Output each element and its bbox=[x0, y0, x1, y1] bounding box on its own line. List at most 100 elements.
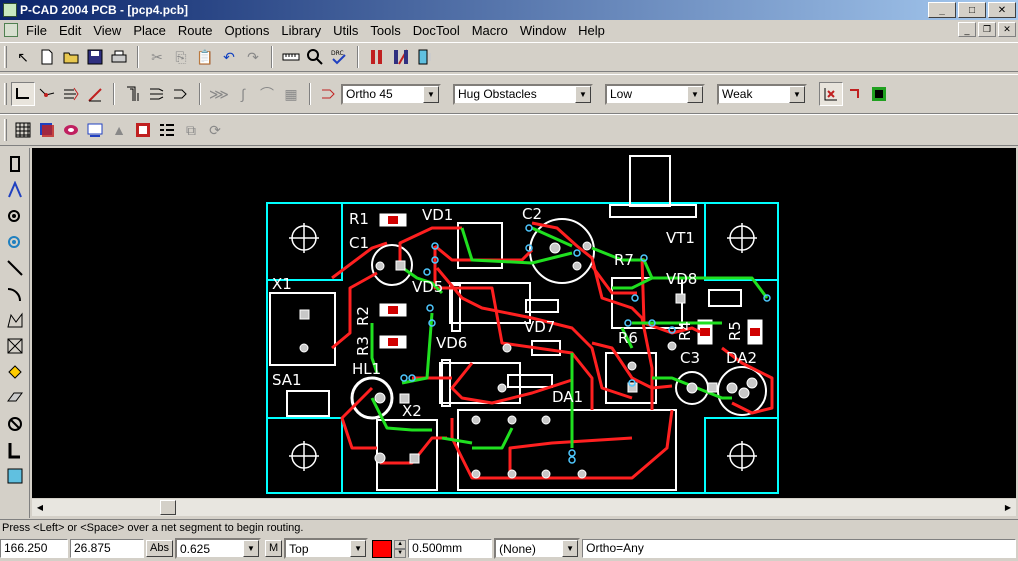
keepout-icon[interactable] bbox=[155, 118, 179, 142]
undo-icon[interactable]: ↶ bbox=[217, 45, 241, 69]
select-arrow-icon[interactable]: ↖ bbox=[11, 45, 35, 69]
drc-icon[interactable]: DRC bbox=[327, 45, 351, 69]
route-manual-icon[interactable] bbox=[11, 82, 35, 106]
place-arc-icon[interactable] bbox=[2, 282, 28, 306]
document-icon[interactable] bbox=[4, 23, 18, 37]
grid-icon[interactable] bbox=[11, 118, 35, 142]
new-file-icon[interactable] bbox=[35, 45, 59, 69]
place-line-icon[interactable] bbox=[2, 256, 28, 280]
measure-icon[interactable] bbox=[279, 45, 303, 69]
gloss-icon[interactable]: ∫ bbox=[231, 82, 255, 106]
place-component-icon[interactable] bbox=[2, 152, 28, 176]
menu-window[interactable]: Window bbox=[514, 23, 572, 38]
menu-options[interactable]: Options bbox=[219, 23, 276, 38]
place-cutout-icon[interactable] bbox=[2, 334, 28, 358]
strength-select[interactable]: Weak ▼ bbox=[717, 83, 807, 105]
place-via-icon[interactable] bbox=[2, 230, 28, 254]
menu-route[interactable]: Route bbox=[172, 23, 219, 38]
doc-minimize-button[interactable]: _ bbox=[958, 22, 976, 37]
route-highlight-icon[interactable] bbox=[819, 82, 843, 106]
route-interactive-icon[interactable] bbox=[35, 82, 59, 106]
obstacle-mode-select[interactable]: Hug Obstacles ▼ bbox=[453, 83, 593, 105]
copy-icon[interactable]: ⎘ bbox=[169, 45, 193, 69]
close-button[interactable]: ✕ bbox=[988, 2, 1016, 18]
chevron-down-icon[interactable]: ▼ bbox=[789, 85, 805, 103]
menu-tools[interactable]: Tools bbox=[364, 23, 406, 38]
maximize-button[interactable]: □ bbox=[958, 2, 986, 18]
width-spinner[interactable]: ▲ ▼ bbox=[394, 539, 407, 558]
menu-library[interactable]: Library bbox=[275, 23, 327, 38]
place-field-icon[interactable] bbox=[2, 464, 28, 488]
fanout-icon[interactable] bbox=[145, 82, 169, 106]
horizontal-scrollbar[interactable]: ◀ ▶ bbox=[32, 499, 1016, 516]
chevron-down-icon[interactable]: ▼ bbox=[687, 85, 703, 103]
route-bus-icon[interactable] bbox=[83, 82, 107, 106]
miter-icon[interactable] bbox=[121, 82, 145, 106]
place-plane-icon[interactable] bbox=[2, 386, 28, 410]
pad-styles-icon[interactable] bbox=[59, 118, 83, 142]
hug-trace-icon[interactable]: ⋙ bbox=[207, 82, 231, 106]
route-options-icon[interactable] bbox=[317, 82, 341, 106]
svg-text:DA2: DA2 bbox=[726, 349, 757, 367]
place-polygon-icon[interactable] bbox=[2, 308, 28, 332]
menu-help[interactable]: Help bbox=[572, 23, 611, 38]
pcb-workspace[interactable]: R1 VD1 C2 C1 VT1 R7 X1 VD5 VD8 R2 VD7 R3… bbox=[32, 148, 1016, 498]
push-traces-icon[interactable] bbox=[169, 82, 193, 106]
svg-text:VD7: VD7 bbox=[524, 318, 555, 336]
chevron-down-icon[interactable]: ▼ bbox=[562, 540, 579, 557]
doc-restore-button[interactable]: ❐ bbox=[978, 22, 996, 37]
minimize-button[interactable]: _ bbox=[928, 2, 956, 18]
menu-doctool[interactable]: DocTool bbox=[407, 23, 466, 38]
layer-color-swatch[interactable] bbox=[372, 539, 393, 558]
scroll-right-icon[interactable]: ▶ bbox=[1000, 500, 1016, 516]
doc-close-button[interactable]: ✕ bbox=[998, 22, 1016, 37]
route-corner-icon[interactable] bbox=[843, 82, 867, 106]
layer-select[interactable]: Top ▼ bbox=[284, 538, 369, 559]
grid-select[interactable]: 0.625 ▼ bbox=[174, 538, 261, 559]
layers-icon[interactable] bbox=[35, 118, 59, 142]
component-icon[interactable]: ⧉ bbox=[179, 118, 203, 142]
menu-view[interactable]: View bbox=[87, 23, 127, 38]
copper-pour-icon[interactable]: ▲ bbox=[107, 118, 131, 142]
zoom-icon[interactable] bbox=[303, 45, 327, 69]
open-folder-icon[interactable] bbox=[59, 45, 83, 69]
scroll-left-icon[interactable]: ◀ bbox=[32, 500, 48, 516]
place-keepout-icon[interactable] bbox=[2, 412, 28, 436]
place-connection-icon[interactable] bbox=[2, 178, 28, 202]
chevron-down-icon[interactable]: ▼ bbox=[350, 540, 367, 557]
place-pad-icon[interactable] bbox=[2, 204, 28, 228]
scroll-thumb[interactable] bbox=[160, 500, 176, 515]
menu-macro[interactable]: Macro bbox=[466, 23, 514, 38]
place-fill-icon[interactable] bbox=[2, 360, 28, 384]
menu-utils[interactable]: Utils bbox=[327, 23, 364, 38]
trace-width[interactable]: 0.500mm bbox=[408, 539, 493, 558]
menu-file[interactable]: File bbox=[20, 23, 53, 38]
chevron-down-icon[interactable]: ▼ bbox=[242, 540, 259, 557]
place-text-icon[interactable] bbox=[2, 438, 28, 462]
ortho-mode-select[interactable]: Ortho 45 ▼ bbox=[341, 83, 441, 105]
menu-edit[interactable]: Edit bbox=[53, 23, 87, 38]
autorouter-icon[interactable] bbox=[867, 82, 891, 106]
net-layer-icon[interactable] bbox=[389, 45, 413, 69]
save-icon[interactable] bbox=[83, 45, 107, 69]
arc-route-icon[interactable]: ⌒ bbox=[255, 82, 279, 106]
layer-swap-icon[interactable]: ▦ bbox=[279, 82, 303, 106]
redo-icon[interactable]: ↷ bbox=[241, 45, 265, 69]
chevron-down-icon[interactable]: ▼ bbox=[423, 85, 439, 103]
paste-icon[interactable]: 📋 bbox=[193, 45, 217, 69]
optimize-level-select[interactable]: Low ▼ bbox=[605, 83, 705, 105]
via-styles-icon[interactable] bbox=[83, 118, 107, 142]
print-icon[interactable] bbox=[107, 45, 131, 69]
net-select[interactable]: (None) ▼ bbox=[494, 538, 581, 559]
cut-icon[interactable]: ✂ bbox=[145, 45, 169, 69]
menu-place[interactable]: Place bbox=[127, 23, 172, 38]
route-multi-icon[interactable] bbox=[59, 82, 83, 106]
abs-toggle-button[interactable]: Abs bbox=[146, 540, 173, 557]
status-bar: 166.250 26.875 Abs 0.625 ▼ M Top ▼ ▲ ▼ 0.5… bbox=[0, 538, 1018, 559]
layer-pair-icon[interactable] bbox=[365, 45, 389, 69]
component-rotate-icon[interactable]: ⟳ bbox=[203, 118, 227, 142]
cutout-icon[interactable] bbox=[131, 118, 155, 142]
properties-icon[interactable] bbox=[413, 45, 437, 69]
m-toggle-button[interactable]: M bbox=[264, 540, 283, 557]
chevron-down-icon[interactable]: ▼ bbox=[575, 85, 591, 103]
